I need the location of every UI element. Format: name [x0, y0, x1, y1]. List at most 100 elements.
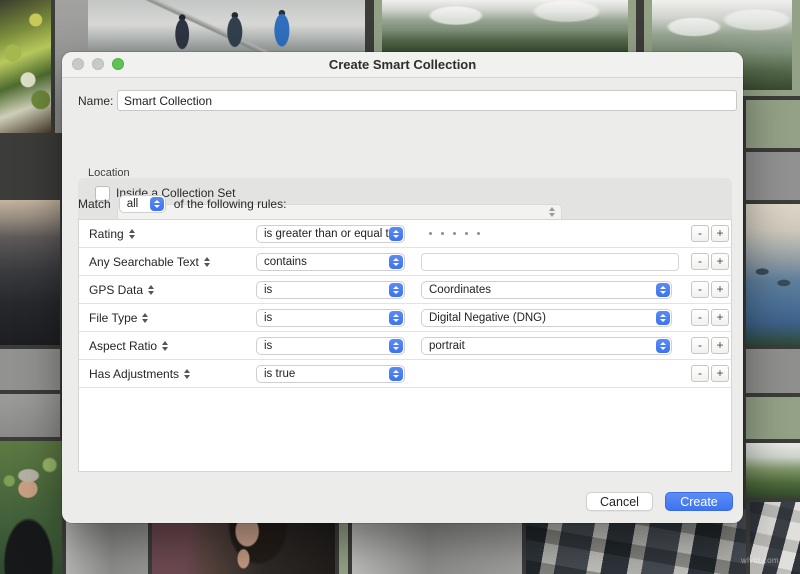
dropdown-stepper-icon — [656, 311, 670, 325]
photo-thumbnail-people-bridge — [88, 0, 365, 55]
rule-operator-value: is greater than or equal to — [264, 228, 395, 240]
sort-arrows-icon — [142, 313, 148, 323]
rule-field-select[interactable]: Has Adjustments — [89, 360, 190, 387]
rating-dot[interactable] — [453, 232, 456, 235]
rule-value-text: Digital Negative (DNG) — [429, 312, 546, 324]
rule-operator-select[interactable]: is — [256, 337, 405, 355]
add-rule-button[interactable]: + — [711, 281, 729, 298]
rule-field-label: Any Searchable Text — [89, 255, 199, 269]
grid-cell-gray — [746, 152, 800, 200]
minimize-button[interactable] — [92, 58, 104, 70]
rule-field-select[interactable]: Any Searchable Text — [89, 248, 210, 275]
match-mode-select[interactable]: all — [119, 195, 166, 213]
traffic-lights — [72, 58, 124, 70]
create-smart-collection-dialog: Create Smart Collection Name: Location I… — [62, 52, 743, 523]
sort-arrows-icon — [204, 257, 210, 267]
rating-dot[interactable] — [429, 232, 432, 235]
rule-row: GPS Data is Coordinates - + — [79, 276, 731, 304]
grid-cell-gray — [0, 394, 60, 437]
close-button[interactable] — [72, 58, 84, 70]
zoom-button[interactable] — [112, 58, 124, 70]
photo-thumbnail-mountains-1 — [374, 0, 636, 58]
match-mode-value: all — [127, 198, 139, 210]
rule-row: Any Searchable Text contains - + — [79, 248, 731, 276]
rule-field-select[interactable]: File Type — [89, 304, 148, 331]
watermark: wlvld.com — [741, 556, 779, 565]
dropdown-stepper-icon — [389, 255, 403, 269]
dropdown-stepper-icon — [389, 339, 403, 353]
rule-field-label: Rating — [89, 227, 124, 241]
remove-rule-button[interactable]: - — [691, 253, 709, 270]
add-rule-button[interactable]: + — [711, 253, 729, 270]
photo-thumbnail-man-portrait — [0, 441, 62, 574]
add-rule-button[interactable]: + — [711, 337, 729, 354]
dialog-titlebar: Create Smart Collection — [62, 52, 743, 78]
rule-field-select[interactable]: Aspect Ratio — [89, 332, 168, 359]
match-label: Match — [78, 197, 111, 211]
photo-thumbnail-landscape — [746, 443, 800, 498]
rating-dot[interactable] — [441, 232, 444, 235]
rule-field-label: GPS Data — [89, 283, 143, 297]
remove-rule-button[interactable]: - — [691, 365, 709, 382]
grid-cell-gray — [0, 349, 60, 390]
dropdown-stepper-icon — [389, 367, 403, 381]
dropdown-stepper-icon — [656, 339, 670, 353]
rule-value-select[interactable]: portrait — [421, 337, 672, 355]
rule-operator-select[interactable]: is — [256, 309, 405, 327]
create-button[interactable]: Create — [665, 492, 733, 511]
rules-panel: Rating is greater than or equal to - + A… — [78, 219, 732, 472]
dropdown-stepper-icon — [656, 283, 670, 297]
rule-value-select[interactable]: Digital Negative (DNG) — [421, 309, 672, 327]
dropdown-stepper-icon — [389, 311, 403, 325]
grid-cell-sage — [746, 397, 800, 439]
photo-thumbnail-cityscape — [0, 200, 60, 345]
rule-field-select[interactable]: Rating — [89, 220, 135, 247]
remove-rule-button[interactable]: - — [691, 281, 709, 298]
rule-value-text: portrait — [429, 340, 465, 352]
name-input[interactable] — [117, 90, 737, 111]
rule-operator-select[interactable]: is greater than or equal to — [256, 225, 405, 243]
rule-operator-value: contains — [264, 256, 307, 268]
sort-arrows-icon — [184, 369, 190, 379]
rule-operator-value: is true — [264, 368, 295, 380]
rule-field-label: Has Adjustments — [89, 367, 179, 381]
rule-field-label: File Type — [89, 311, 137, 325]
rule-operator-value: is — [264, 284, 272, 296]
rating-dot[interactable] — [477, 232, 480, 235]
rule-value-input[interactable] — [421, 253, 679, 271]
dropdown-stepper-icon — [389, 227, 403, 241]
rule-operator-select[interactable]: is — [256, 281, 405, 299]
name-label: Name: — [78, 94, 113, 108]
remove-rule-button[interactable]: - — [691, 309, 709, 326]
rule-operator-select[interactable]: contains — [256, 253, 405, 271]
add-rule-button[interactable]: + — [711, 225, 729, 242]
add-rule-button[interactable]: + — [711, 365, 729, 382]
mountain-photo — [382, 0, 628, 52]
add-rule-button[interactable]: + — [711, 309, 729, 326]
rule-value-select[interactable]: Coordinates — [421, 281, 672, 299]
dialog-title: Create Smart Collection — [329, 57, 476, 72]
cancel-button[interactable]: Cancel — [586, 492, 653, 511]
remove-rule-button[interactable]: - — [691, 337, 709, 354]
rule-operator-value: is — [264, 340, 272, 352]
sort-arrows-icon — [162, 341, 168, 351]
rule-row: Aspect Ratio is portrait - + — [79, 332, 731, 360]
match-row: Match all of the following rules: — [78, 195, 286, 213]
sort-arrows-icon — [148, 285, 154, 295]
rule-field-select[interactable]: GPS Data — [89, 276, 154, 303]
remove-rule-button[interactable]: - — [691, 225, 709, 242]
rule-operator-select[interactable]: is true — [256, 365, 405, 383]
photo-thumbnail-market — [0, 0, 51, 133]
grid-cell-gray — [746, 349, 800, 393]
dropdown-stepper-icon — [389, 283, 403, 297]
name-row: Name: — [62, 90, 743, 110]
dropdown-stepper-icon — [150, 197, 164, 211]
rule-operator-value: is — [264, 312, 272, 324]
sort-arrows-icon — [129, 229, 135, 239]
rating-dot[interactable] — [465, 232, 468, 235]
rating-stars[interactable] — [429, 220, 480, 247]
rule-value-text: Coordinates — [429, 284, 491, 296]
grid-cell-sage — [746, 100, 800, 148]
rule-row: Has Adjustments is true - + — [79, 360, 731, 388]
rule-field-label: Aspect Ratio — [89, 339, 157, 353]
